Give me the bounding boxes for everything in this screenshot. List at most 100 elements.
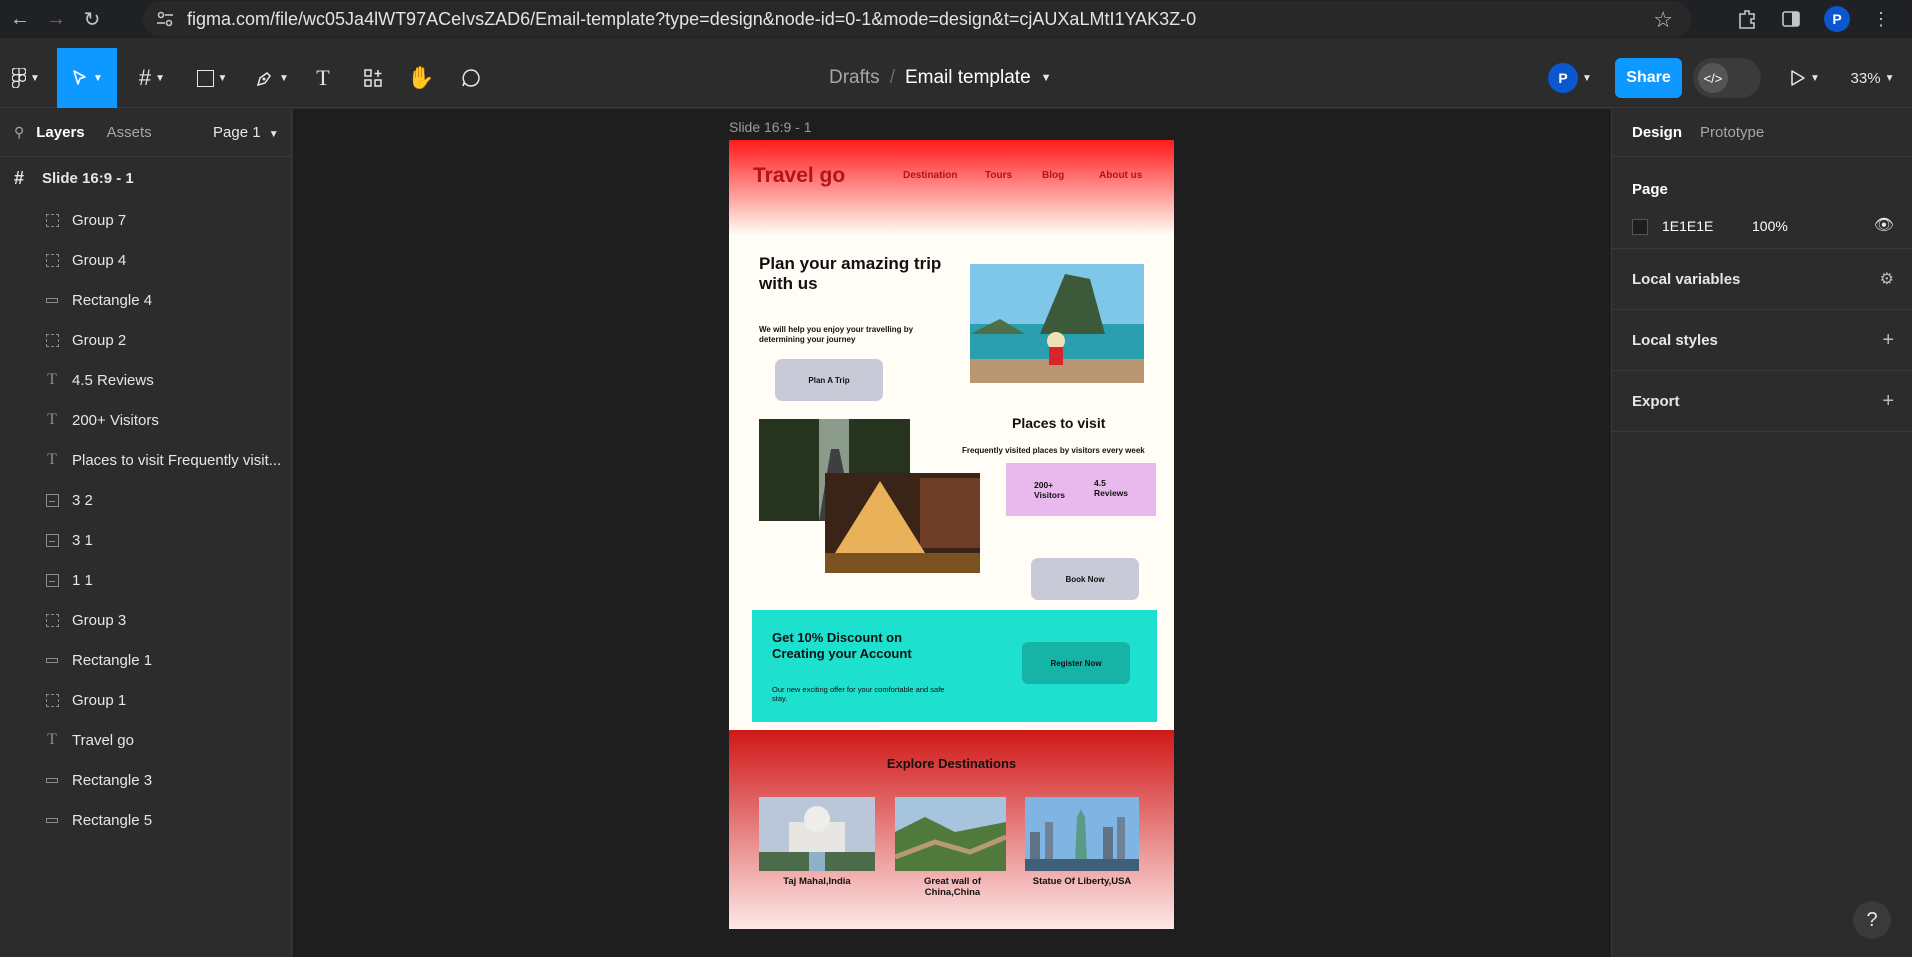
page-selector[interactable]: Page 1 ▼	[213, 124, 279, 141]
image-icon	[44, 572, 60, 588]
page-section-title: Page	[1632, 181, 1668, 198]
nav-tours: Tours	[985, 170, 1013, 181]
frame-icon: #	[138, 65, 152, 90]
email-frame[interactable]: Travel go Destination Tours Blog About u…	[729, 140, 1174, 929]
pen-tool-button[interactable]: ▼	[248, 48, 296, 108]
chevron-down-icon: ▼	[93, 72, 103, 84]
tab-assets[interactable]: Assets	[107, 124, 152, 141]
layer-name: Rectangle 5	[72, 811, 153, 829]
layer-row[interactable]: 3 1	[0, 520, 291, 560]
layer-name: Rectangle 3	[72, 771, 153, 789]
group-icon	[44, 332, 60, 348]
help-button[interactable]: ?	[1853, 901, 1891, 939]
reload-icon[interactable]: ↻	[74, 1, 110, 37]
page-color-swatch[interactable]	[1632, 219, 1648, 235]
frame-icon: #	[14, 168, 25, 188]
layers-panel: ⚲ Layers Assets Page 1 ▼ # Slide 16:9 - …	[0, 109, 292, 957]
promo-subtitle: Our new exciting offer for your comforta…	[772, 685, 945, 703]
layer-row[interactable]: Rectangle 4	[0, 280, 291, 320]
tab-prototype[interactable]: Prototype	[1700, 124, 1764, 141]
collaborator-menu[interactable]: P ▼	[1540, 48, 1600, 108]
page-opacity-value[interactable]: 100%	[1752, 218, 1788, 234]
text-icon: T	[316, 65, 330, 90]
user-avatar[interactable]: P	[1548, 63, 1579, 93]
image-icon	[44, 492, 60, 508]
group-icon	[44, 612, 60, 628]
shape-tool-button[interactable]: ▼	[188, 48, 236, 108]
layer-row[interactable]: T 4.5 Reviews	[0, 360, 291, 400]
forward-icon[interactable]: →	[38, 1, 74, 37]
address-bar[interactable]: figma.com/file/wc05Ja4lWT97ACeIvsZAD6/Em…	[143, 1, 1691, 37]
great-wall-image	[895, 797, 1006, 871]
present-button[interactable]: ▼	[1785, 48, 1825, 108]
browser-actions: P ⋮	[1736, 0, 1912, 38]
profile-avatar[interactable]: P	[1824, 6, 1850, 32]
comment-tool-button[interactable]	[456, 48, 486, 108]
local-styles-section[interactable]: Local styles +	[1612, 310, 1912, 371]
layer-row[interactable]: Group 4	[0, 240, 291, 280]
text-tool-button[interactable]: T	[308, 48, 338, 108]
layer-row[interactable]: Group 7	[0, 200, 291, 240]
bookmark-star-icon[interactable]: ☆	[1653, 7, 1673, 33]
zoom-menu[interactable]: 33% ▼	[1845, 48, 1900, 108]
layer-row[interactable]: Group 3	[0, 600, 291, 640]
chevron-down-icon[interactable]: ▼	[1041, 72, 1052, 84]
layer-name: Group 2	[72, 331, 127, 349]
frame-label[interactable]: Slide 16:9 - 1	[729, 119, 812, 135]
layer-row[interactable]: Rectangle 3	[0, 760, 291, 800]
frame-tool-button[interactable]: # ▼	[128, 48, 176, 108]
register-now-button: Register Now	[1022, 642, 1130, 684]
back-icon[interactable]: ←	[2, 1, 38, 37]
layer-row[interactable]: Rectangle 5	[0, 800, 291, 840]
chevron-down-icon: ▼	[217, 72, 228, 84]
export-section[interactable]: Export +	[1612, 371, 1912, 432]
dev-mode-toggle[interactable]: </>	[1693, 58, 1761, 98]
promo-title: Get 10% Discount on Creating your Accoun…	[772, 630, 912, 661]
layer-row[interactable]: Group 1	[0, 680, 291, 720]
layer-row[interactable]: 3 2	[0, 480, 291, 520]
text-icon: T	[47, 451, 57, 468]
places-title: Places to visit	[1012, 415, 1106, 431]
site-info-icon[interactable]	[155, 10, 175, 28]
layer-row[interactable]: T 200+ Visitors	[0, 400, 291, 440]
layer-row[interactable]: Rectangle 1	[0, 640, 291, 680]
page-color-value[interactable]: 1E1E1E	[1662, 218, 1713, 234]
browser-chrome: ← → ↻ figma.com/file/wc05Ja4lWT97ACeIvsZ…	[0, 0, 1912, 38]
side-panel-icon[interactable]	[1780, 8, 1802, 30]
layer-row[interactable]: Group 2	[0, 320, 291, 360]
hand-tool-button[interactable]: ✋	[406, 48, 436, 108]
nav-destination: Destination	[903, 170, 958, 181]
tab-design[interactable]: Design	[1632, 124, 1682, 141]
browser-menu-icon[interactable]: ⋮	[1872, 9, 1890, 30]
layer-row[interactable]: 1 1	[0, 560, 291, 600]
louvre-pyramid-image	[825, 473, 980, 573]
eye-icon[interactable]: 👁	[1874, 215, 1894, 235]
resources-button[interactable]	[358, 48, 388, 108]
search-icon[interactable]: ⚲	[14, 124, 24, 141]
layer-name: Group 7	[72, 211, 127, 229]
main-menu-button[interactable]: ▼	[6, 48, 46, 108]
variables-settings-icon[interactable]: ⚙	[1880, 269, 1894, 289]
design-canvas[interactable]: Slide 16:9 - 1 Travel go Destination Tou…	[293, 109, 1611, 957]
layer-root-frame[interactable]: # Slide 16:9 - 1	[0, 157, 291, 200]
tab-layers[interactable]: Layers	[36, 124, 84, 141]
layer-row[interactable]: T Travel go	[0, 720, 291, 760]
file-name[interactable]: Email template	[905, 67, 1031, 89]
share-button[interactable]: Share	[1615, 58, 1682, 98]
dest-caption-taj: Taj Mahal,India	[783, 876, 851, 887]
move-tool-button[interactable]: ▼	[57, 48, 117, 108]
local-variables-section[interactable]: Local variables ⚙	[1612, 249, 1912, 310]
add-style-icon[interactable]: +	[1882, 329, 1894, 352]
layer-name: 3 1	[72, 531, 93, 549]
group-icon	[44, 212, 60, 228]
figma-logo-icon	[12, 68, 27, 88]
chevron-down-icon: ▼	[279, 72, 289, 84]
breadcrumb-drafts[interactable]: Drafts	[829, 67, 880, 89]
stat-visitors: 200+ Visitors	[1034, 480, 1066, 500]
extensions-icon[interactable]	[1736, 8, 1758, 30]
add-export-icon[interactable]: +	[1882, 390, 1894, 413]
layer-row[interactable]: T Places to visit Frequently visit...	[0, 440, 291, 480]
explore-title: Explore Destinations	[886, 756, 1017, 771]
breadcrumb-separator: /	[889, 67, 895, 88]
layer-name: 1 1	[72, 571, 93, 589]
